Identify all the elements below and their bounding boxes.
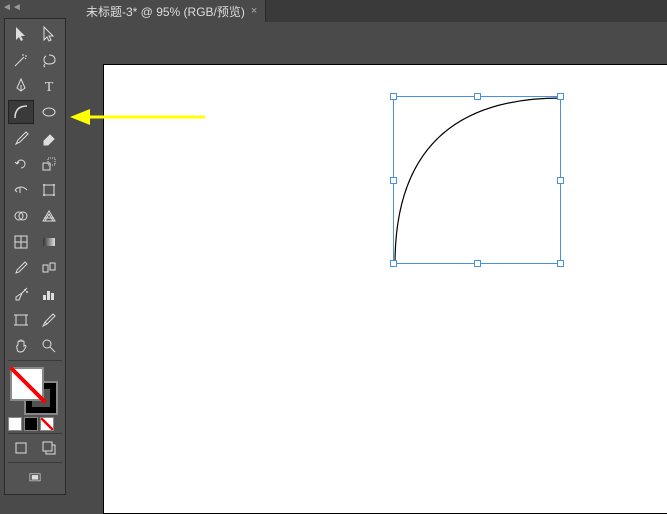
handle-e[interactable]	[557, 177, 564, 184]
ellipse-tool[interactable]	[36, 100, 62, 124]
artboard[interactable]	[103, 64, 667, 514]
hand-tool[interactable]	[8, 334, 34, 358]
zoom-tool[interactable]	[36, 334, 62, 358]
handle-n[interactable]	[474, 93, 481, 100]
symbol-sprayer-tool[interactable]	[8, 282, 34, 306]
eyedropper-tool[interactable]	[8, 256, 34, 280]
document-tab[interactable]: 未标题-3* @ 95% (RGB/预览) ×	[78, 0, 266, 22]
mesh-tool[interactable]	[8, 230, 34, 254]
color-mode-white[interactable]	[8, 417, 22, 431]
magic-wand-tool[interactable]	[8, 48, 34, 72]
screen-mode-button[interactable]	[8, 465, 62, 489]
lasso-tool[interactable]	[36, 48, 62, 72]
slice-tool[interactable]	[36, 308, 62, 332]
direct-selection-tool[interactable]	[36, 22, 62, 46]
color-mode-none[interactable]	[40, 417, 54, 431]
color-mode-swatches	[8, 417, 62, 431]
rotate-tool[interactable]	[8, 152, 34, 176]
free-transform-tool[interactable]	[36, 178, 62, 202]
arc-tool[interactable]	[8, 100, 34, 124]
gradient-tool[interactable]	[36, 230, 62, 254]
annotation-arrow	[70, 107, 210, 127]
svg-text:T: T	[45, 80, 54, 95]
handle-ne[interactable]	[557, 93, 564, 100]
handle-s[interactable]	[474, 260, 481, 267]
pen-tool[interactable]	[8, 74, 34, 98]
paintbrush-tool[interactable]	[8, 126, 34, 150]
canvas-area	[78, 22, 667, 513]
fill-swatch[interactable]	[10, 367, 44, 401]
handle-se[interactable]	[557, 260, 564, 267]
close-tab-icon[interactable]: ×	[251, 5, 257, 17]
blend-tool[interactable]	[36, 256, 62, 280]
selection-tool[interactable]	[8, 22, 34, 46]
document-tab-bar: 未标题-3* @ 95% (RGB/预览) ×	[78, 0, 667, 22]
shape-builder-tool[interactable]	[8, 204, 34, 228]
toolbar-divider	[8, 360, 62, 361]
color-mode-black[interactable]	[24, 417, 38, 431]
width-tool[interactable]	[8, 178, 34, 202]
toolbar-divider	[8, 433, 62, 434]
tools-panel: T	[4, 18, 66, 495]
handle-nw[interactable]	[390, 93, 397, 100]
toolbar-divider	[8, 462, 62, 463]
document-tab-title: 未标题-3* @ 95% (RGB/预览)	[86, 3, 245, 20]
scale-tool[interactable]	[36, 152, 62, 176]
draw-mode-behind[interactable]	[36, 436, 62, 460]
collapse-panels-button[interactable]: ◄◄	[2, 2, 18, 14]
type-tool[interactable]: T	[36, 74, 62, 98]
fill-stroke-swatches[interactable]	[8, 365, 64, 413]
column-graph-tool[interactable]	[36, 282, 62, 306]
eraser-tool[interactable]	[36, 126, 62, 150]
selection-bounding-box[interactable]	[393, 96, 561, 264]
handle-w[interactable]	[390, 177, 397, 184]
draw-mode-normal[interactable]	[8, 436, 34, 460]
artboard-tool[interactable]	[8, 308, 34, 332]
handle-sw[interactable]	[390, 260, 397, 267]
perspective-grid-tool[interactable]	[36, 204, 62, 228]
